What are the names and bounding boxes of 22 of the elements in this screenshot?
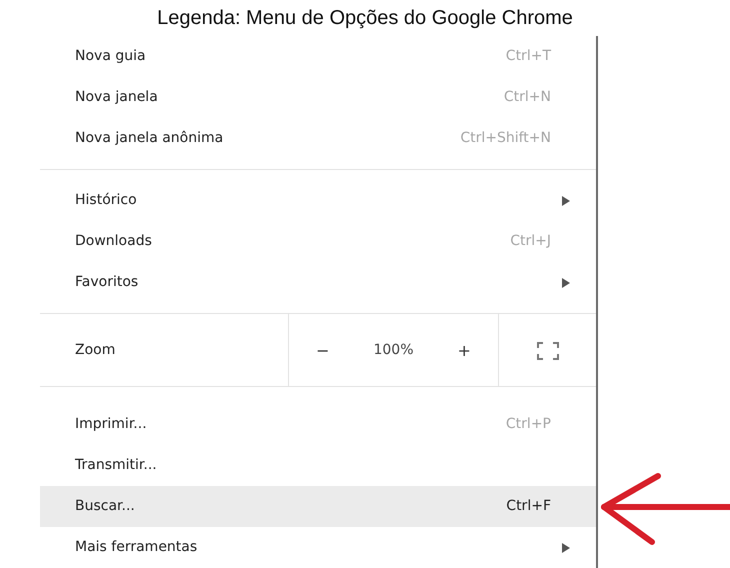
zoom-in-button[interactable]: + [448,336,481,364]
shortcut-label: Ctrl+Shift+N [460,129,551,148]
menu-label: Zoom [75,341,116,360]
menu-item[interactable]: Favoritos [40,262,596,303]
menu-item[interactable]: Imprimir... Ctrl+P [40,404,596,445]
fullscreen-icon [536,342,558,360]
zoom-level: 100% [373,341,414,360]
menu-item[interactable]: Downloads Ctrl+J [40,221,596,262]
zoom-out-button[interactable]: − [306,336,340,364]
menu-item[interactable]: Histórico [40,180,596,221]
menu-item[interactable]: Mais ferramentas [40,527,596,568]
menu-item[interactable]: Nova janela anônima Ctrl+Shift+N [40,118,596,159]
menu-item[interactable]: Transmitir... [40,445,596,486]
shortcut-label: Ctrl+F [506,497,551,516]
menu-item[interactable]: Nova guia Ctrl+T [40,36,596,77]
shortcut-label: Ctrl+P [506,415,551,434]
caption: Legenda: Menu de Opções do Google Chrome [156,6,574,31]
shortcut-label: Ctrl+N [504,88,551,107]
shortcut-label: Ctrl+T [506,47,551,66]
menu-item[interactable]: Buscar... Ctrl+F [40,486,596,527]
menu-item[interactable]: Nova janela Ctrl+N [40,77,596,118]
shortcut-label: Ctrl+J [510,232,551,251]
